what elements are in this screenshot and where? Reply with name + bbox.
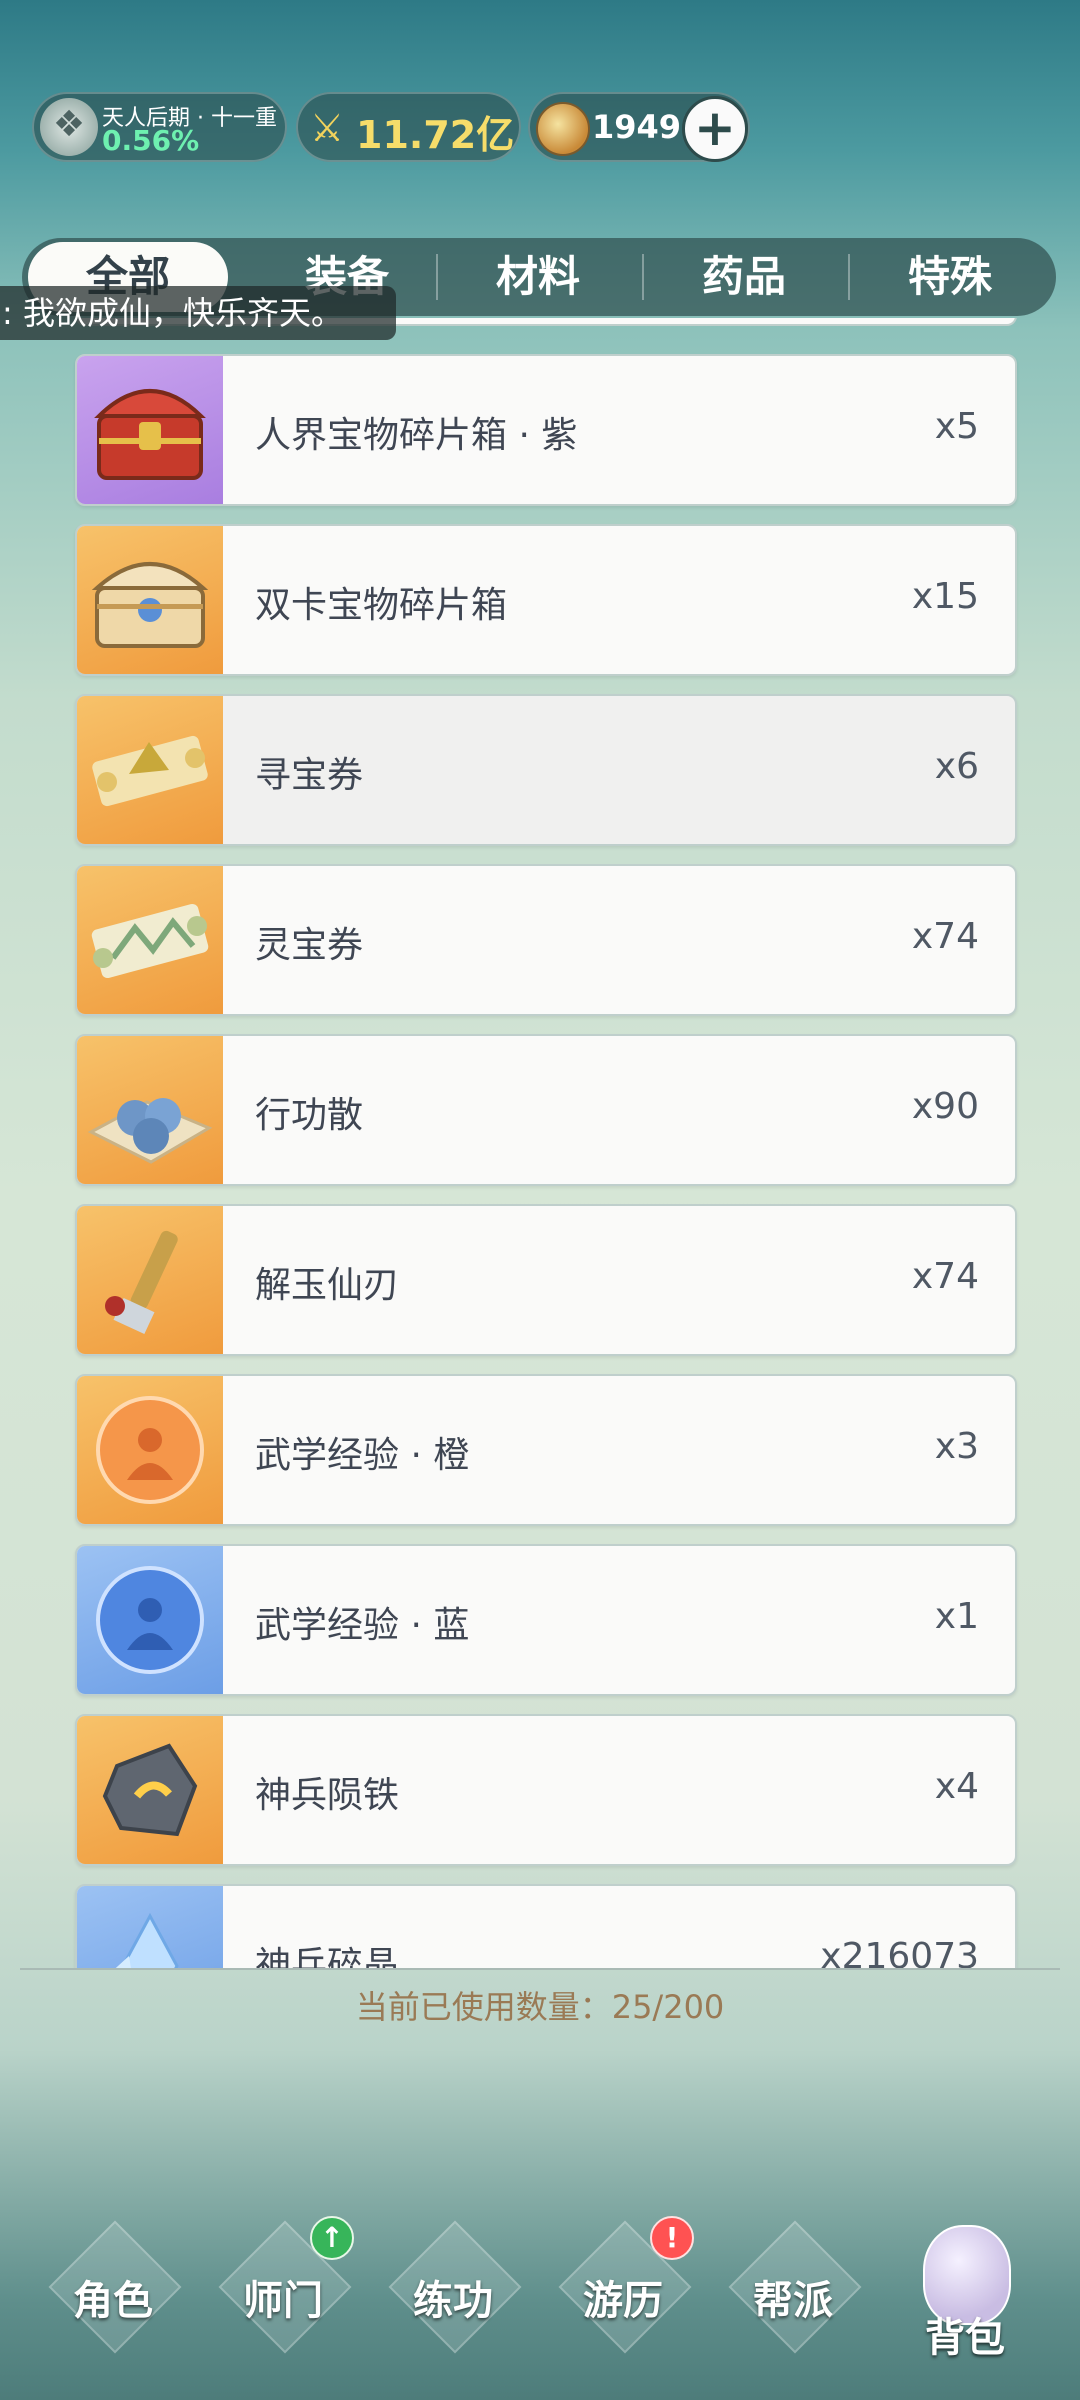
- item-quantity: x5: [934, 406, 979, 447]
- nav-label: 师门: [243, 2278, 323, 2324]
- item-quantity: x4: [934, 1766, 979, 1807]
- item-quantity: x3: [934, 1426, 979, 1467]
- item-quantity: x6: [934, 746, 979, 787]
- blade-icon: [77, 1206, 223, 1354]
- add-currency-button[interactable]: +: [682, 96, 748, 162]
- nav-label: 帮派: [753, 2278, 833, 2324]
- alert-icon: !: [650, 2216, 694, 2260]
- item-quantity: x74: [911, 916, 979, 957]
- crossed-swords-icon: ⚔: [310, 106, 345, 150]
- list-item[interactable]: 双卡宝物碎片箱 x15: [75, 524, 1017, 676]
- capacity-text: 当前已使用数量：25/200: [355, 1988, 725, 2026]
- nav-label: 角色: [73, 2278, 153, 2324]
- list-item[interactable]: 解玉仙刃 x74: [75, 1204, 1017, 1356]
- item-name: 武学经验 · 蓝: [255, 1605, 470, 1646]
- nav-backpack[interactable]: 背包: [905, 2225, 1025, 2361]
- blue-orb-icon: [77, 1546, 223, 1694]
- tab-materials[interactable]: 材料: [438, 238, 638, 316]
- item-name: 神兵碎晶: [255, 1945, 400, 1968]
- nav-character[interactable]: 角色: [38, 2220, 188, 2370]
- item-quantity: x1: [934, 1596, 979, 1637]
- nav-training[interactable]: 练功: [378, 2220, 528, 2370]
- scroll-landscape-icon: [77, 866, 223, 1014]
- orange-orb-icon: [77, 1376, 223, 1524]
- list-item[interactable]: 武学经验 · 橙 x3: [75, 1374, 1017, 1526]
- item-name: 双卡宝物碎片箱: [255, 585, 508, 626]
- treasure-chest-red-icon: [77, 356, 223, 504]
- list-item[interactable]: 神兵碎晶 x216073: [75, 1884, 1017, 1968]
- inventory-list[interactable]: 人界宝物碎片箱 · 紫 x5 双卡宝物碎片箱 x15 寻宝券 x6 灵宝券 x7…: [0, 318, 1080, 1968]
- tab-special[interactable]: 特殊: [850, 238, 1050, 316]
- combat-power-value: 11.72亿: [356, 113, 515, 157]
- item-name: 武学经验 · 橙: [255, 1435, 470, 1476]
- item-name: 行功散: [255, 1095, 364, 1136]
- tab-medicine[interactable]: 药品: [644, 238, 844, 316]
- currency-panel: 19491 +: [528, 92, 750, 162]
- realm-panel[interactable]: ❖ 天人后期 · 十一重 0.56%: [32, 92, 287, 162]
- item-quantity: x74: [911, 1256, 979, 1297]
- list-item[interactable]: 人界宝物碎片箱 · 紫 x5: [75, 354, 1017, 506]
- nav-label: 游历: [583, 2278, 663, 2324]
- list-item[interactable]: 神兵陨铁 x4: [75, 1714, 1017, 1866]
- list-item[interactable]: 武学经验 · 蓝 x1: [75, 1544, 1017, 1696]
- combat-power-panel[interactable]: ⚔ 11.72亿: [296, 92, 521, 162]
- list-divider: [20, 1968, 1060, 1970]
- treasure-chest-gold-icon: [77, 526, 223, 674]
- item-quantity: x90: [911, 1086, 979, 1127]
- item-name: 人界宝物碎片箱 · 紫: [255, 415, 578, 456]
- nav-sect[interactable]: 师门 ↑: [208, 2216, 358, 2370]
- coin-icon: [536, 102, 590, 156]
- list-item[interactable]: 寻宝券 x6: [75, 694, 1017, 846]
- list-item[interactable]: 行功散 x90: [75, 1034, 1017, 1186]
- scroll-icon: [77, 696, 223, 844]
- item-quantity: x15: [911, 576, 979, 617]
- list-item[interactable]: 灵宝券 x74: [75, 864, 1017, 1016]
- chat-ticker[interactable]: : 我欲成仙，快乐齐天。: [0, 286, 396, 340]
- realm-progress: 0.56%: [102, 124, 200, 157]
- meteor-iron-icon: [77, 1716, 223, 1864]
- realm-emblem-icon: ❖: [40, 98, 98, 156]
- item-name: 神兵陨铁: [255, 1775, 400, 1816]
- nav-guild[interactable]: 帮派: [718, 2220, 868, 2370]
- item-quantity: x216073: [820, 1936, 979, 1968]
- item-name: 解玉仙刃: [255, 1265, 400, 1306]
- upgrade-arrow-icon: ↑: [310, 2216, 354, 2260]
- crystal-icon: [77, 1886, 223, 1968]
- nav-label: 背包: [925, 2315, 1005, 2361]
- item-name: 灵宝券: [255, 925, 364, 966]
- item-name: 寻宝券: [255, 755, 364, 796]
- pill-balls-icon: [77, 1036, 223, 1184]
- nav-label: 练功: [413, 2278, 493, 2324]
- nav-travel[interactable]: 游历 !: [548, 2216, 698, 2370]
